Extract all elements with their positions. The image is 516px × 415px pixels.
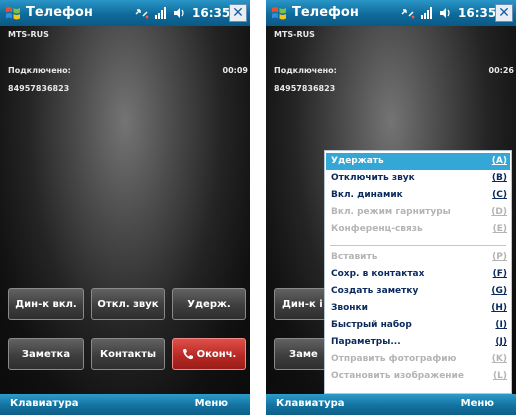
menu-item-paste[interactable]: Вставить (P) — [326, 249, 510, 266]
menu-item-shortcut: (C) — [492, 190, 507, 200]
mute-button[interactable]: Откл. звук — [91, 288, 165, 320]
menu-item-shortcut: (F) — [492, 269, 507, 279]
contacts-button[interactable]: Контакты — [91, 338, 165, 370]
menu-softkey[interactable]: Меню — [195, 398, 228, 409]
softkey-bar: Клавиатура Меню — [266, 394, 516, 415]
menu-item-label: Сохр. в контактах — [331, 269, 425, 279]
note-button-label: Заметка — [21, 348, 71, 360]
menu-item-shortcut: (J) — [495, 337, 507, 347]
phone-handset-icon — [182, 349, 193, 360]
phone-number: 84957836823 — [274, 84, 336, 93]
clock[interactable]: 16:35 — [458, 6, 496, 20]
softkey-bar: Клавиатура Меню — [0, 394, 250, 415]
menu-item-shortcut: (K) — [491, 354, 507, 364]
mute-button-label: Откл. звук — [97, 298, 159, 310]
context-menu: Удержать (A) Отключить звук (B) Вкл. дин… — [324, 150, 512, 394]
connection-status: Подключено: — [8, 66, 71, 75]
contacts-button-label: Контакты — [99, 348, 157, 360]
sync-icon[interactable] — [400, 6, 416, 20]
end-call-button-label: Оконч. — [196, 348, 237, 360]
menu-item-label: Вкл. режим гарнитуры — [331, 207, 451, 217]
speaker-button-label: Дин-к вкл. — [15, 298, 77, 310]
menu-item-label: Конференц-связь — [331, 224, 423, 234]
title-bar: Телефон 16:35 ✕ — [266, 0, 516, 26]
menu-item-save-to-contacts[interactable]: Сохр. в контактах (F) — [326, 266, 510, 283]
menu-item-mute[interactable]: Отключить звук (B) — [326, 170, 510, 187]
menu-item-create-note[interactable]: Создать заметку (G) — [326, 283, 510, 300]
phone-number: 84957836823 — [8, 84, 70, 93]
menu-item-calls[interactable]: Звонки (H) — [326, 300, 510, 317]
menu-softkey[interactable]: Меню — [461, 398, 494, 409]
connection-status: Подключено: — [274, 66, 337, 75]
menu-item-shortcut: (L) — [493, 371, 507, 381]
windows-start-icon[interactable] — [4, 4, 22, 22]
sync-icon[interactable] — [134, 6, 150, 20]
menu-item-shortcut: (D) — [491, 207, 507, 217]
menu-item-label: Создать заметку — [331, 286, 419, 296]
menu-item-label: Удержать — [331, 156, 384, 166]
status-area: 16:35 — [134, 4, 230, 22]
menu-item-speed-dial[interactable]: Быстрый набор (I) — [326, 317, 510, 334]
menu-item-shortcut: (B) — [491, 173, 507, 183]
clock[interactable]: 16:35 — [192, 6, 230, 20]
menu-item-options[interactable]: Параметры... (J) — [326, 334, 510, 351]
close-icon[interactable]: ✕ — [229, 4, 247, 22]
end-call-button[interactable]: Оконч. — [172, 338, 246, 370]
menu-item-stop-image[interactable]: Остановить изображение (L) — [326, 368, 510, 385]
menu-item-shortcut: (I) — [495, 320, 507, 330]
carrier-name: MTS-RUS — [274, 30, 315, 39]
menu-item-label: Быстрый набор — [331, 320, 412, 330]
menu-item-label: Параметры... — [331, 337, 401, 347]
menu-item-label: Вставить — [331, 252, 378, 262]
signal-icon[interactable] — [154, 6, 168, 20]
menu-item-shortcut: (P) — [492, 252, 507, 262]
note-button[interactable]: Заметка — [8, 338, 84, 370]
close-icon[interactable]: ✕ — [495, 4, 513, 22]
phone-screen-right: Телефон 16:35 ✕ MTS-RUS Подключено: 00:2… — [266, 0, 516, 415]
speaker-button-label: Дин-к і — [282, 298, 323, 310]
menu-item-shortcut: (E) — [492, 224, 507, 234]
menu-item-headset-mode[interactable]: Вкл. режим гарнитуры (D) — [326, 204, 510, 221]
hold-button-label: Удерж. — [187, 298, 231, 310]
menu-item-label: Отключить звук — [331, 173, 415, 183]
hold-button[interactable]: Удерж. — [172, 288, 246, 320]
title-bar: Телефон 16:35 ✕ — [0, 0, 250, 26]
menu-item-shortcut: (G) — [491, 286, 507, 296]
menu-separator — [330, 245, 506, 246]
keyboard-softkey[interactable]: Клавиатура — [276, 398, 345, 409]
volume-icon[interactable] — [172, 6, 186, 20]
menu-item-speaker-on[interactable]: Вкл. динамик (C) — [326, 187, 510, 204]
status-area: 16:35 — [400, 4, 496, 22]
menu-item-shortcut: (H) — [491, 303, 507, 313]
window-title: Телефон — [26, 5, 93, 20]
phone-screen-left: Телефон 16:35 ✕ MTS-RUS Подключено: 00:0… — [0, 0, 250, 415]
keyboard-softkey[interactable]: Клавиатура — [10, 398, 79, 409]
note-button-label: Заме — [289, 348, 318, 360]
menu-item-shortcut: (A) — [491, 156, 507, 166]
volume-icon[interactable] — [438, 6, 452, 20]
menu-item-conference[interactable]: Конференц-связь (E) — [326, 221, 510, 238]
call-timer: 00:26 — [488, 66, 514, 75]
menu-item-label: Вкл. динамик — [331, 190, 403, 200]
window-title: Телефон — [292, 5, 359, 20]
carrier-name: MTS-RUS — [8, 30, 49, 39]
menu-item-label: Звонки — [331, 303, 368, 313]
menu-item-hold[interactable]: Удержать (A) — [326, 153, 510, 170]
windows-start-icon[interactable] — [270, 4, 288, 22]
call-timer: 00:09 — [222, 66, 248, 75]
menu-item-label: Остановить изображение — [331, 371, 464, 381]
menu-item-label: Отправить фотографию — [331, 354, 457, 364]
menu-item-send-photo[interactable]: Отправить фотографию (K) — [326, 351, 510, 368]
speaker-button[interactable]: Дин-к вкл. — [8, 288, 84, 320]
signal-icon[interactable] — [420, 6, 434, 20]
